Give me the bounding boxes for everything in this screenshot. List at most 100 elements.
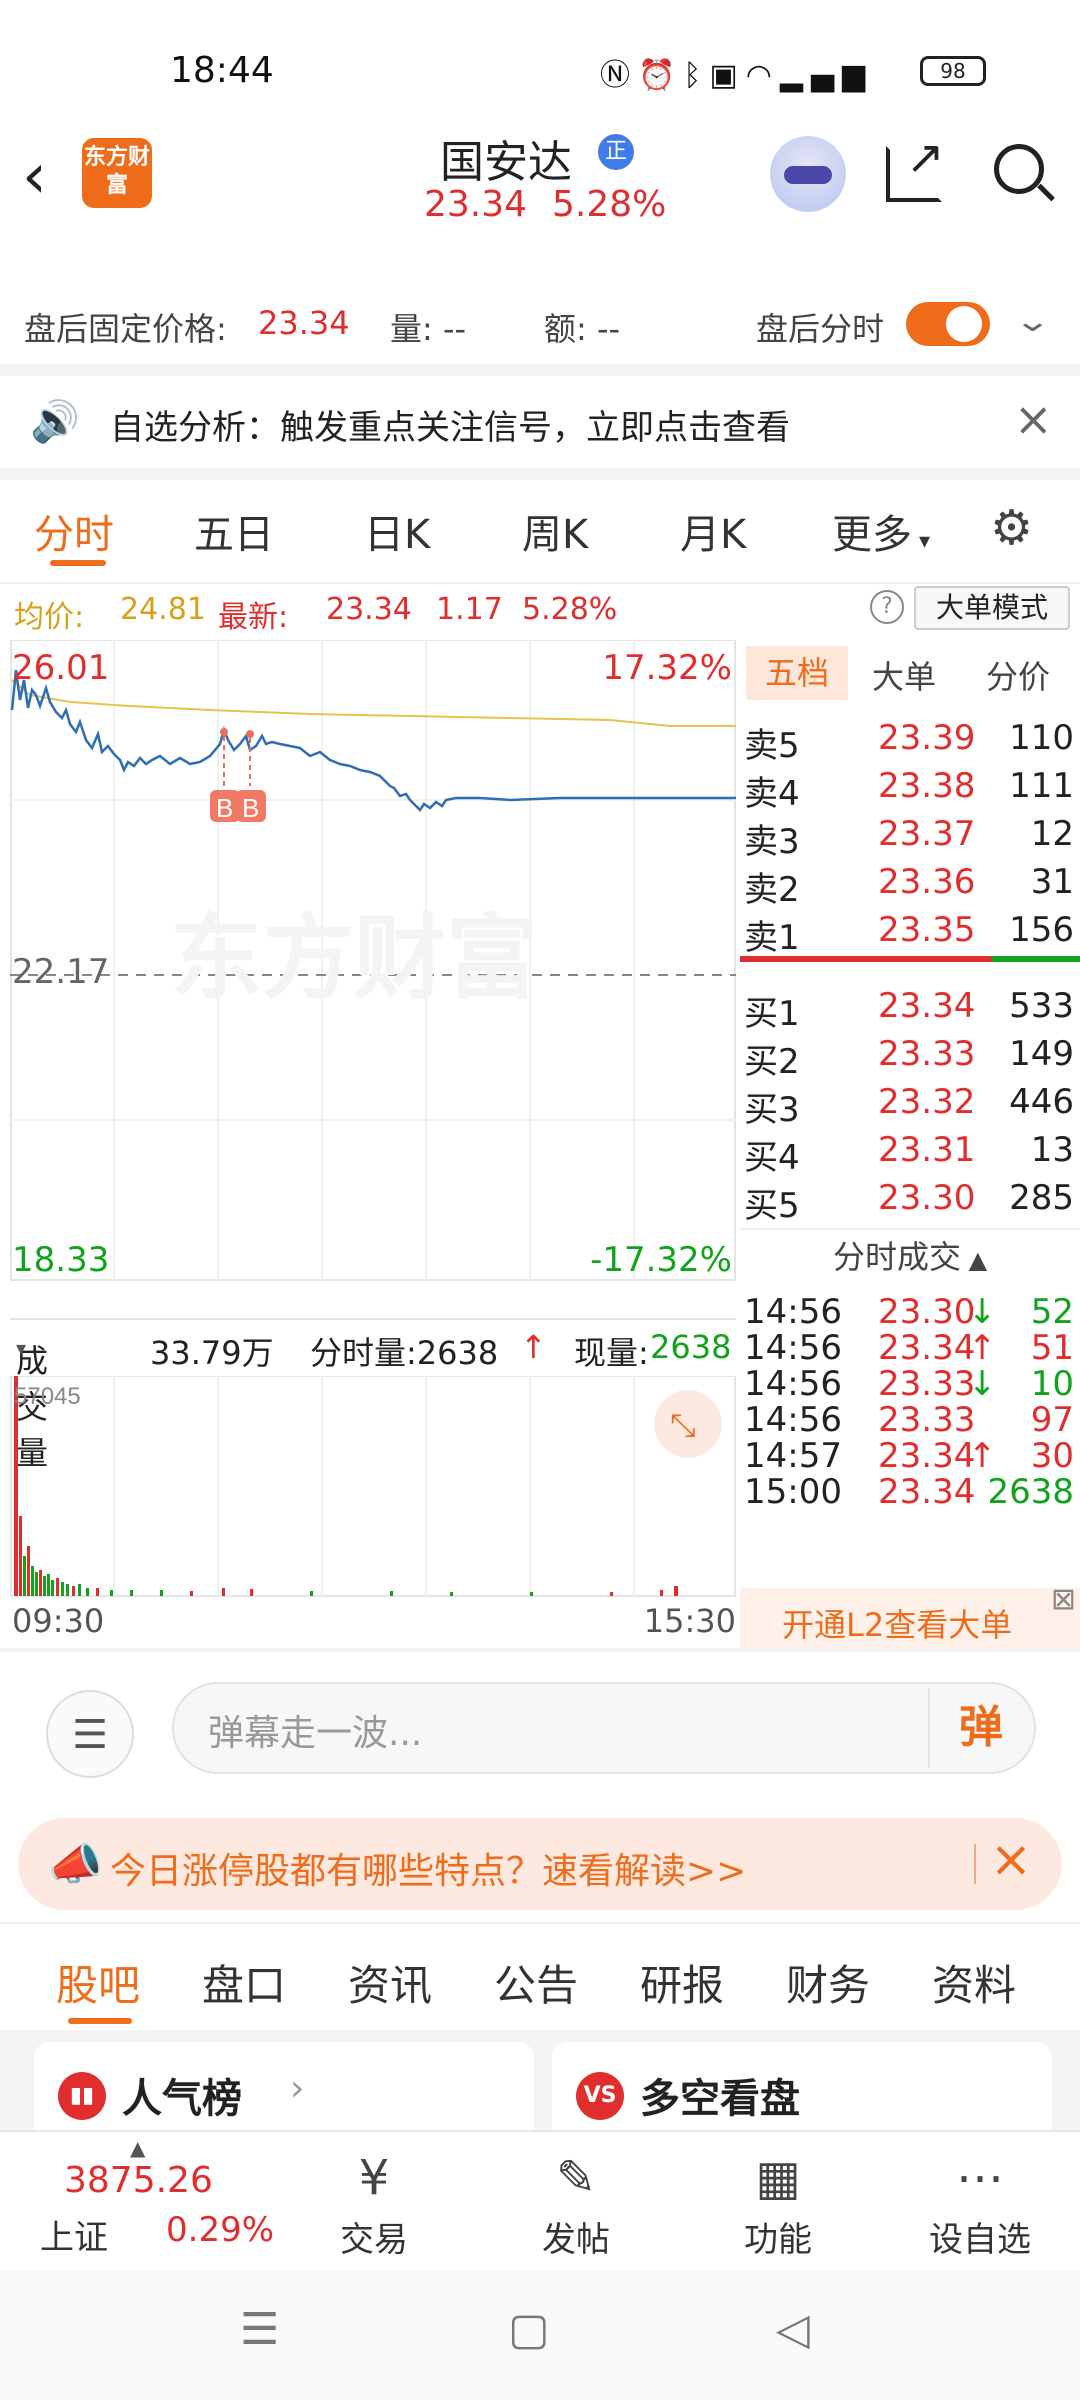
current-volume-label: 现量: (574, 1334, 649, 1372)
battery-icon: 98 (920, 56, 986, 86)
nav-label: 发帖 (542, 2220, 610, 2260)
tab-research[interactable]: 研报 (640, 1952, 724, 2013)
index-change-pct[interactable]: 0.29% (166, 2210, 274, 2250)
app-logo[interactable]: 东方财富 (82, 138, 152, 208)
order-book-tabs: 五档 大单 分价 (740, 640, 1080, 704)
minute-volume: 分时量:2638 (310, 1334, 499, 1372)
tab-intraday[interactable]: 分时 (34, 502, 114, 560)
tab-weekly-k[interactable]: 周K (522, 502, 588, 560)
l2-banner-text: 开通L2查看大单 (782, 1606, 1013, 1644)
ask-row[interactable]: 卖4 23.38 111 (740, 760, 1080, 814)
edit-icon: ✎ (555, 2150, 597, 2206)
header-price: 23.34 (424, 184, 528, 225)
tab-forum[interactable]: 股吧 (56, 1952, 140, 2013)
up-arrow-icon: ↑ (520, 1328, 547, 1366)
l2-upgrade-banner[interactable]: 开通L2查看大单 ⊠ (740, 1582, 1080, 1648)
big-order-mode-button[interactable]: 大单模式 (914, 586, 1070, 630)
index-value[interactable]: 3875.26 (64, 2160, 213, 2201)
ask-price: 23.36 (878, 862, 976, 902)
order-book-panel: 五档 大单 分价 卖5 23.39 110 卖4 23.38 111 卖3 23… (740, 640, 1080, 1648)
chevron-down-icon[interactable]: ⌄ (1014, 304, 1052, 339)
tab-profile[interactable]: 资料 (932, 1952, 1016, 2013)
tab-market-depth[interactable]: 盘口 (202, 1952, 286, 2013)
tab-financials[interactable]: 财务 (786, 1952, 870, 2013)
ask-row[interactable]: 卖5 23.39 110 (740, 712, 1080, 766)
tab-more[interactable]: 更多 ▾ (832, 502, 930, 560)
price-summary-row: 均价: 24.81 最新: 23.34 1.17 5.28% ? 大单模式 (0, 582, 1080, 635)
index-name[interactable]: 上证 (40, 2210, 108, 2259)
ask-price: 23.35 (878, 910, 976, 950)
time-axis: 09:30 15:30 (10, 1602, 736, 1646)
gear-icon[interactable]: ⚙ (990, 500, 1033, 556)
ai-assistant-icon[interactable] (770, 136, 846, 212)
close-icon[interactable]: ⊠ (1051, 1582, 1076, 1617)
chart-max-pct: 17.32% (602, 648, 732, 688)
header-change-pct: 5.28% (552, 184, 667, 225)
nav-functions[interactable]: ▦ 功能 (718, 2148, 838, 2261)
avg-value: 24.81 (120, 592, 206, 627)
danmu-settings-icon[interactable]: ☰ (46, 1690, 134, 1778)
chart-max-price: 26.01 (12, 648, 110, 688)
ask-row[interactable]: 卖3 23.37 12 (740, 808, 1080, 862)
tab-big-orders[interactable]: 大单 (872, 652, 936, 698)
popularity-card[interactable]: ▮▮ 人气榜 › (34, 2042, 534, 2142)
tab-price-distribution[interactable]: 分价 (986, 652, 1050, 698)
menu-icon[interactable]: ☰ (240, 2304, 279, 2355)
tick-price: 23.34 (878, 1472, 976, 1512)
bid-row[interactable]: 买5 23.30 285 (740, 1172, 1080, 1226)
nav-trade[interactable]: ¥ 交易 (314, 2148, 434, 2261)
after-hours-qty: 量: -- (390, 310, 467, 348)
danmu-send-button[interactable]: 弹 (928, 1688, 1032, 1768)
home-icon[interactable]: ▢ (508, 2304, 550, 2355)
ask-label: 卖1 (744, 918, 800, 958)
analysis-alert[interactable]: 🔊 自选分析：触发重点关注信号，立即点击查看 × (0, 376, 1080, 468)
chevron-right-icon: › (290, 2068, 305, 2109)
bid-price: 23.33 (878, 1034, 976, 1074)
chart-tabs: 分时 五日 日K 周K 月K 更多 ▾ ⚙ (0, 480, 1080, 576)
bid-row[interactable]: 买4 23.31 13 (740, 1124, 1080, 1178)
ask-qty: 156 (1009, 910, 1074, 950)
bid-row[interactable]: 买3 23.32 446 (740, 1076, 1080, 1130)
back-arrow-icon[interactable]: ‹ (22, 145, 47, 207)
speaker-icon: 🔊 (30, 399, 80, 445)
promo-banner[interactable]: 📣 今日涨停股都有哪些特点？速看解读>> × (18, 1818, 1062, 1910)
bid-price: 23.34 (878, 986, 976, 1026)
ask-row[interactable]: 卖1 23.35 156 (740, 904, 1080, 958)
after-hours-toggle-label: 盘后分时 (756, 310, 885, 348)
bid-row[interactable]: 买1 23.34 533 (740, 980, 1080, 1034)
intraday-chart[interactable]: 东方财富 B B 26.01 17.32% 22.17 18.33 -17.32… (10, 640, 736, 1290)
nav-post[interactable]: ✎ 发帖 (516, 2148, 636, 2261)
back-icon[interactable]: ◁ (776, 2304, 810, 2355)
nav-label: 设自选 (929, 2220, 1031, 2260)
volume-max-tick: 57045 (14, 1383, 81, 1410)
volume-total: 33.79万 (150, 1334, 274, 1372)
tab-news[interactable]: 资讯 (348, 1952, 432, 2013)
tab-announcements[interactable]: 公告 (494, 1952, 578, 2013)
divider (0, 364, 1080, 376)
bid-qty: 285 (1009, 1178, 1074, 1218)
tab-five-levels[interactable]: 五档 (746, 646, 848, 700)
intraday-chart-svg: 东方财富 B B (10, 640, 736, 1281)
nav-add-watchlist[interactable]: ⋯ 设自选 (920, 2148, 1040, 2261)
bull-bear-card[interactable]: VS 多空看盘 (552, 2042, 1052, 2142)
ask-price: 23.39 (878, 718, 976, 758)
bid-price: 23.31 (878, 1130, 976, 1170)
close-icon[interactable]: × (990, 1830, 1032, 1888)
tab-five-day[interactable]: 五日 (194, 502, 274, 560)
ask-row[interactable]: 卖2 23.36 31 (740, 856, 1080, 910)
bid-row[interactable]: 买2 23.33 149 (740, 1028, 1080, 1082)
vs-icon: VS (576, 2072, 624, 2120)
help-icon[interactable]: ? (870, 590, 904, 624)
card-title: 人气榜 (122, 2076, 242, 2122)
tab-indicator (68, 2018, 132, 2024)
close-icon[interactable]: × (1014, 392, 1053, 446)
more-icon: ⋯ (956, 2150, 1004, 2206)
bluetooth-icon: ᛒ (683, 58, 710, 93)
tab-monthly-k[interactable]: 月K (680, 502, 746, 560)
tick-qty: 2638 (987, 1472, 1074, 1512)
signal-5g-icon: ▂▄▆ (779, 58, 874, 93)
tick-trades-header[interactable]: 分时成交 ▲ (740, 1228, 1080, 1282)
tick-time: 15:00 (744, 1472, 842, 1512)
tab-daily-k[interactable]: 日K (364, 502, 430, 560)
bid-qty: 446 (1009, 1082, 1074, 1122)
